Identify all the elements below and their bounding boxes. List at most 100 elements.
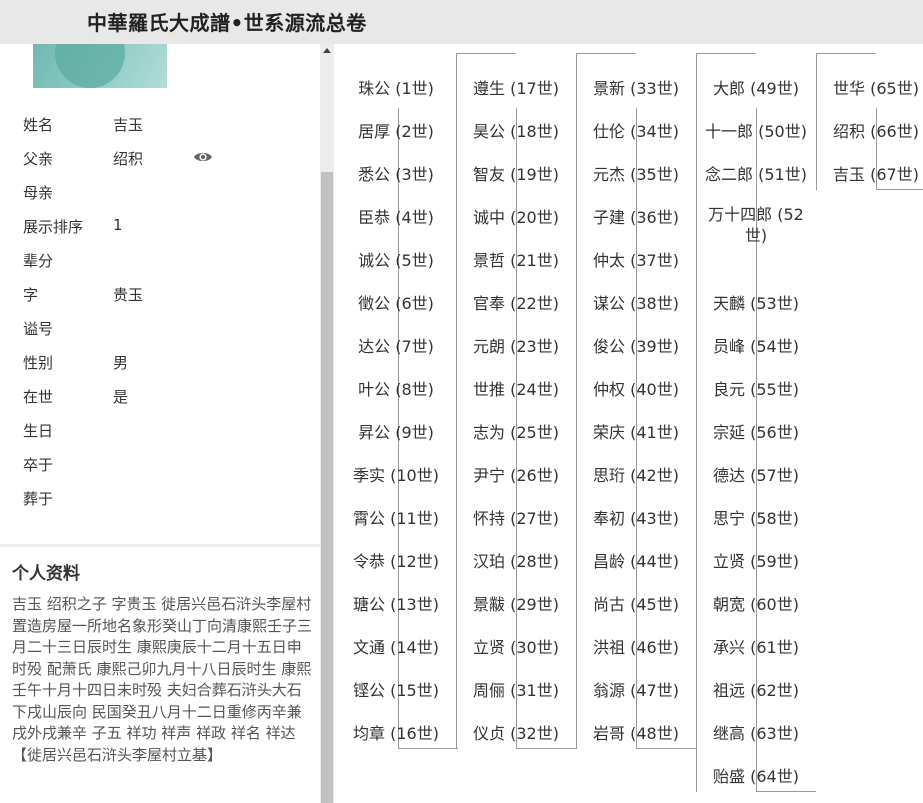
- lineage-node[interactable]: 仲太 (37世): [576, 239, 696, 282]
- lineage-node[interactable]: 谋公 (38世): [576, 282, 696, 325]
- lineage-node-label: 吉玉 (67世): [833, 165, 919, 184]
- lineage-node[interactable]: 十一郎 (50世): [696, 110, 816, 153]
- lineage-node[interactable]: 景黻 (29世): [456, 583, 576, 626]
- lineage-node[interactable]: 岩哥 (48世): [576, 712, 696, 755]
- lineage-node[interactable]: 均章 (16世): [336, 712, 456, 755]
- lineage-node[interactable]: 仲权 (40世): [576, 368, 696, 411]
- lineage-node[interactable]: 员峰 (54世): [696, 325, 816, 368]
- lineage-node[interactable]: 铿公 (15世): [336, 669, 456, 712]
- lineage-node[interactable]: 文通 (14世): [336, 626, 456, 669]
- lineage-node-label: 员峰 (54世): [713, 337, 799, 356]
- lineage-node[interactable]: 洪祖 (46世): [576, 626, 696, 669]
- lineage-node[interactable]: 德达 (57世): [696, 454, 816, 497]
- lineage-node-label: 思宁 (58世): [713, 509, 799, 528]
- lineage-node[interactable]: 昌龄 (44世): [576, 540, 696, 583]
- lineage-node[interactable]: 臣恭 (4世): [336, 196, 456, 239]
- lineage-node[interactable]: 仪贞 (32世): [456, 712, 576, 755]
- lineage-node[interactable]: 徵公 (6世): [336, 282, 456, 325]
- field-row-posthumous-name: 谥号: [0, 312, 320, 346]
- lineage-node[interactable]: 天麟 (53世): [696, 282, 816, 325]
- lineage-node[interactable]: 仕伦 (34世): [576, 110, 696, 153]
- lineage-node-label: 达公 (7世): [358, 337, 434, 356]
- lineage-node[interactable]: 子建 (36世): [576, 196, 696, 239]
- lineage-node[interactable]: 怀持 (27世): [456, 497, 576, 540]
- lineage-node[interactable]: 昊公 (18世): [456, 110, 576, 153]
- lineage-node[interactable]: 周俪 (31世): [456, 669, 576, 712]
- lineage-node[interactable]: 承兴 (61世): [696, 626, 816, 669]
- lineage-node[interactable]: 瑭公 (13世): [336, 583, 456, 626]
- lineage-node[interactable]: 悉公 (3世): [336, 153, 456, 196]
- lineage-node-label: 天麟 (53世): [713, 294, 799, 313]
- field-label: 葬于: [23, 490, 54, 508]
- lineage-node[interactable]: 万十四郎 (52世): [696, 196, 816, 245]
- lineage-node-label: 子建 (36世): [593, 208, 679, 227]
- lineage-node[interactable]: 世推 (24世): [456, 368, 576, 411]
- lineage-node[interactable]: 景新 (33世): [576, 67, 696, 110]
- profile-text: 吉玉 绍积之子 字贵玉 徙居兴邑石浒头李屋村置造房屋一所地名象形癸山丁向清康熙壬…: [12, 594, 312, 766]
- lineage-node[interactable]: 世华 (65世): [816, 67, 923, 110]
- lineage-node[interactable]: 大郎 (49世): [696, 67, 816, 110]
- lineage-node[interactable]: 霄公 (11世): [336, 497, 456, 540]
- lineage-node[interactable]: 立贤 (59世): [696, 540, 816, 583]
- lineage-node[interactable]: 昇公 (9世): [336, 411, 456, 454]
- lineage-node-label: 霄公 (11世): [353, 509, 439, 528]
- lineage-node-label: 昇公 (9世): [358, 423, 434, 442]
- lineage-node[interactable]: 智友 (19世): [456, 153, 576, 196]
- profile-body: 吉玉 绍积之子 字贵玉 徙居兴邑石浒头李屋村置造房屋一所地名象形癸山丁向清康熙壬…: [12, 595, 313, 742]
- profile-note: 【徙居兴邑石浒头李屋村立基】: [12, 745, 223, 764]
- scrollbar[interactable]: [320, 44, 334, 803]
- lineage-node[interactable]: 翁源 (47世): [576, 669, 696, 712]
- lineage-node[interactable]: 绍积 (66世): [816, 110, 923, 153]
- lineage-node[interactable]: 令恭 (12世): [336, 540, 456, 583]
- lineage-node[interactable]: 良元 (55世): [696, 368, 816, 411]
- lineage-node[interactable]: 汉珀 (28世): [456, 540, 576, 583]
- field-row-alive: 在世 是: [0, 380, 320, 414]
- lineage-node[interactable]: 念二郎 (51世): [696, 153, 816, 196]
- lineage-node[interactable]: 祖远 (62世): [696, 669, 816, 712]
- lineage-node[interactable]: 思珩 (42世): [576, 454, 696, 497]
- lineage-node[interactable]: 遵生 (17世): [456, 67, 576, 110]
- lineage-node[interactable]: 俊公 (39世): [576, 325, 696, 368]
- lineage-node[interactable]: 元杰 (35世): [576, 153, 696, 196]
- scroll-thumb[interactable]: [321, 172, 333, 803]
- lineage-node-label: 仲太 (37世): [593, 251, 679, 270]
- lineage-node[interactable]: 诚中 (20世): [456, 196, 576, 239]
- lineage-node[interactable]: 尹宁 (26世): [456, 454, 576, 497]
- lineage-node-label: 悉公 (3世): [358, 165, 434, 184]
- eye-icon[interactable]: [193, 150, 213, 164]
- avatar: [33, 44, 167, 88]
- scroll-up-arrow-icon[interactable]: [323, 48, 331, 53]
- lineage-node[interactable]: 宗延 (56世): [696, 411, 816, 454]
- lineage-node[interactable]: 景哲 (21世): [456, 239, 576, 282]
- lineage-node[interactable]: 达公 (7世): [336, 325, 456, 368]
- field-row-birthday: 生日: [0, 414, 320, 448]
- lineage-node[interactable]: 吉玉 (67世): [816, 153, 923, 196]
- lineage-node-label: 尚古 (45世): [593, 595, 679, 614]
- lineage-node[interactable]: 继高 (63世): [696, 712, 816, 755]
- section-divider: [0, 544, 320, 547]
- page-title: 中華羅氏大成譜•世系源流总卷: [87, 11, 367, 35]
- lineage-node[interactable]: 奉初 (43世): [576, 497, 696, 540]
- lineage-node[interactable]: 贻盛 (64世): [696, 755, 816, 798]
- lineage-node[interactable]: 季实 (10世): [336, 454, 456, 497]
- lineage-node[interactable]: 尚古 (45世): [576, 583, 696, 626]
- lineage-node[interactable]: 志为 (25世): [456, 411, 576, 454]
- lineage-node-label: 念二郎 (51世): [705, 165, 807, 184]
- lineage-node-label: 祖远 (62世): [713, 681, 799, 700]
- lineage-node[interactable]: 荣庆 (41世): [576, 411, 696, 454]
- lineage-node[interactable]: 思宁 (58世): [696, 497, 816, 540]
- lineage-node[interactable]: 珠公 (1世): [336, 67, 456, 110]
- lineage-node-label: 立贤 (59世): [713, 552, 799, 571]
- lineage-node[interactable]: 居厚 (2世): [336, 110, 456, 153]
- field-label: 生日: [23, 422, 54, 440]
- lineage-node[interactable]: 朝宽 (60世): [696, 583, 816, 626]
- lineage-node[interactable]: 官奉 (22世): [456, 282, 576, 325]
- lineage-node[interactable]: 立贤 (30世): [456, 626, 576, 669]
- lineage-node[interactable]: 元朗 (23世): [456, 325, 576, 368]
- lineage-node[interactable]: 叶公 (8世): [336, 368, 456, 411]
- lineage-node[interactable]: 诚公 (5世): [336, 239, 456, 282]
- field-label: 性别: [23, 354, 54, 372]
- lineage-node-label: 宗延 (56世): [713, 423, 799, 442]
- father-link[interactable]: 绍积: [113, 148, 143, 169]
- field-row-mother: 母亲: [0, 176, 320, 210]
